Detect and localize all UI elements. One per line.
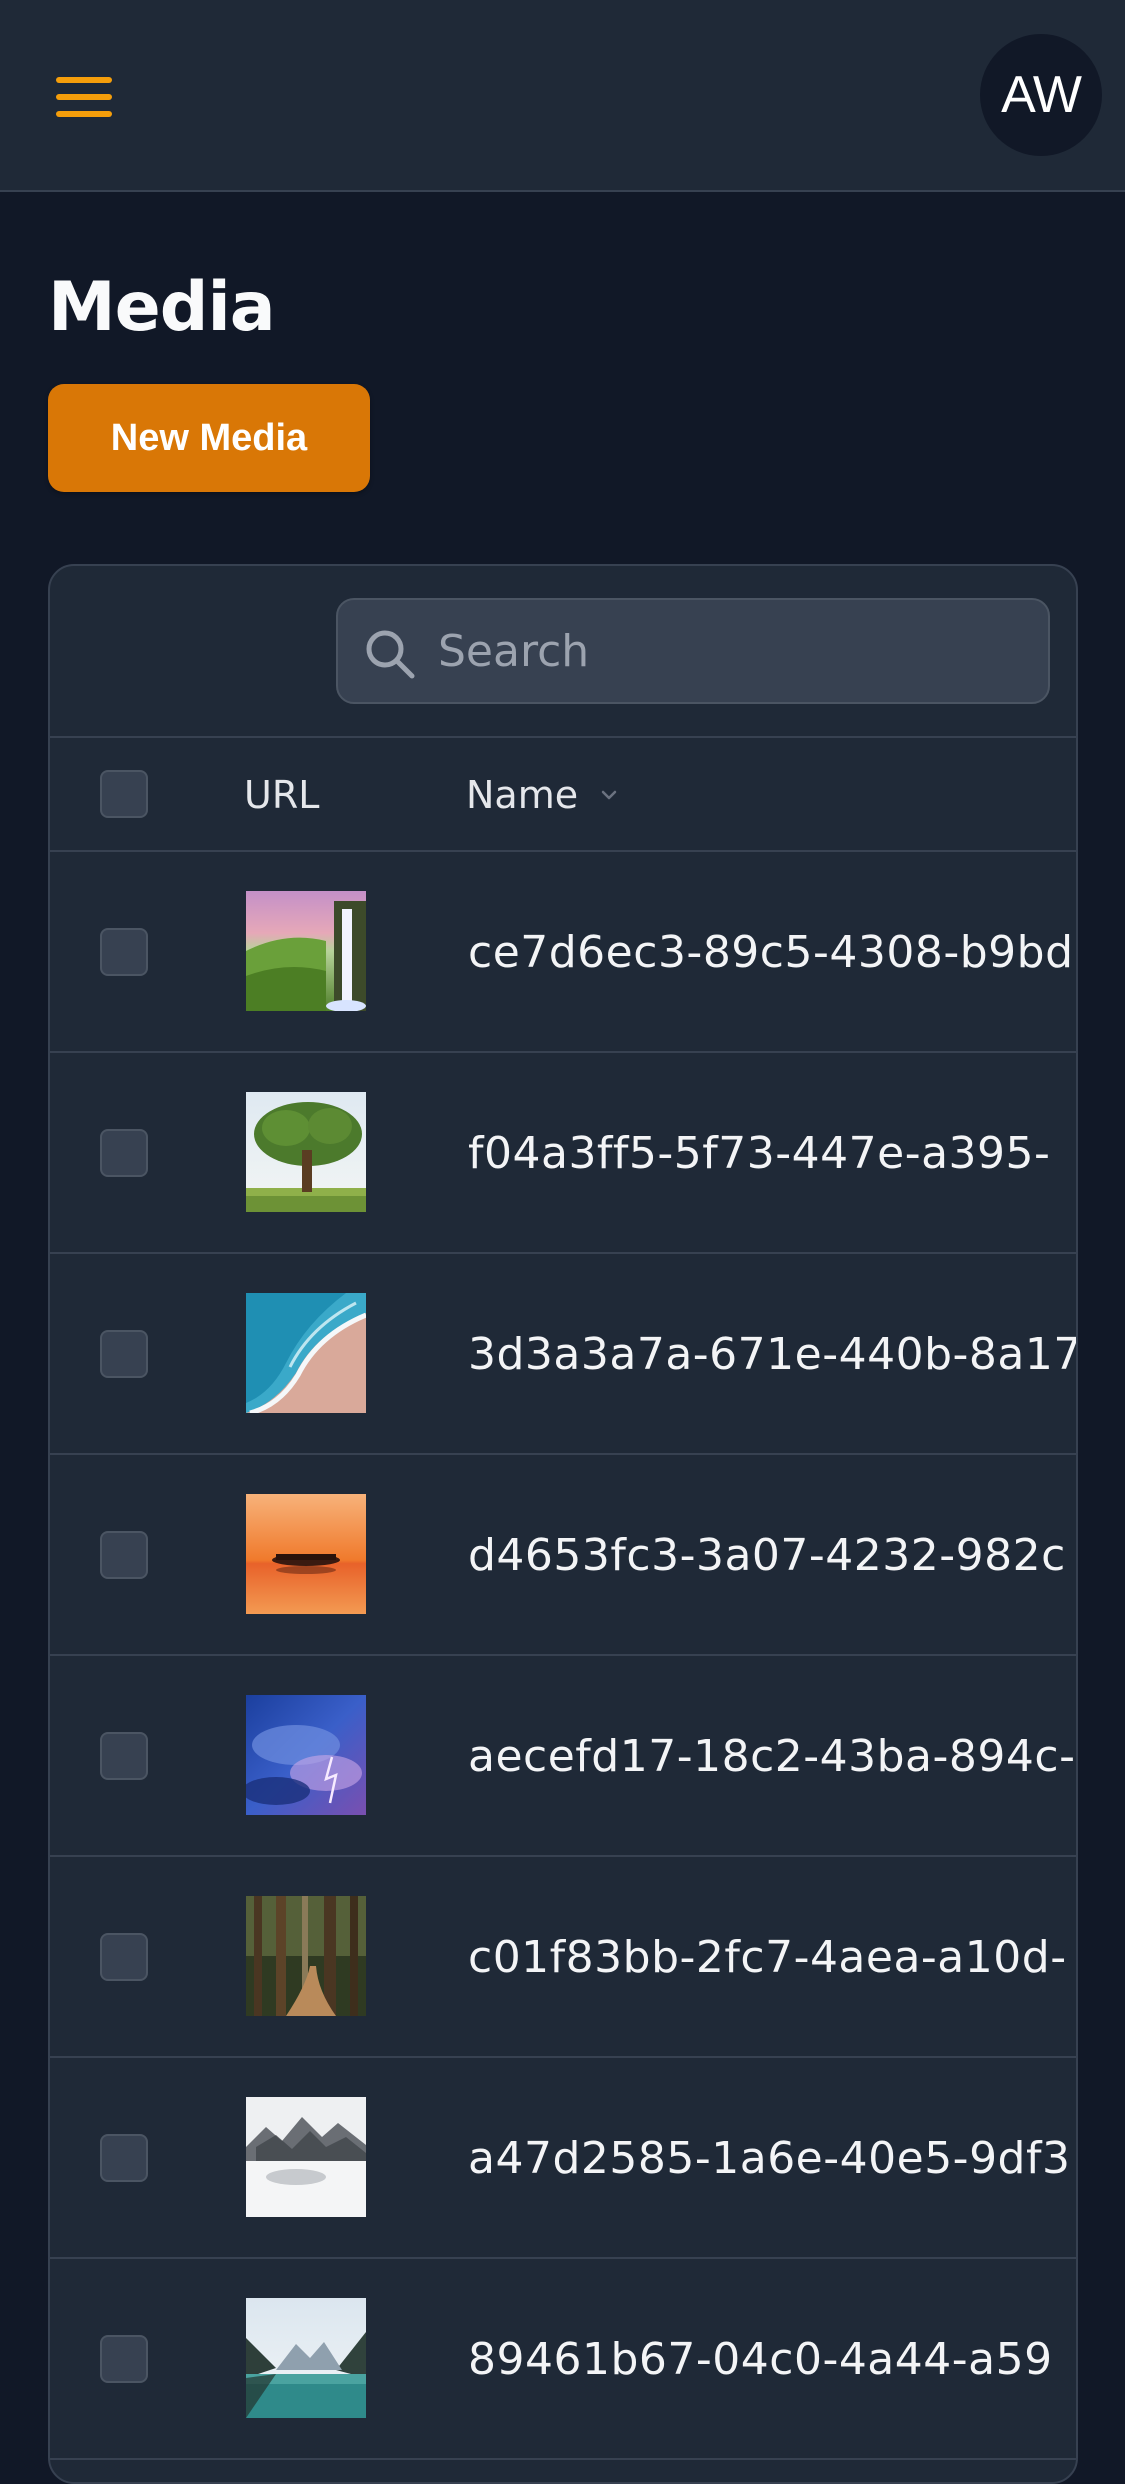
top-bar: AW (0, 0, 1125, 192)
row-checkbox[interactable] (100, 2134, 148, 2182)
tree-image[interactable] (246, 1092, 366, 1212)
hamburger-menu-button[interactable] (46, 62, 122, 132)
column-header-url: URL (244, 773, 320, 817)
column-header-name-label: Name (466, 773, 579, 817)
row-checkbox[interactable] (100, 928, 148, 976)
row-checkbox[interactable] (100, 1732, 148, 1780)
menu-line (56, 111, 112, 117)
select-all-checkbox[interactable] (100, 770, 148, 818)
table-body: ce7d6ec3-89c5-4308-b9bd f04a3ff5-5f73-44… (50, 852, 1076, 2460)
search-icon (366, 630, 415, 679)
table-row[interactable]: 3d3a3a7a-671e-440b-8a17- (50, 1254, 1076, 1455)
forest-image[interactable] (246, 1896, 366, 2016)
beach-image[interactable] (246, 1293, 366, 1413)
table-row[interactable]: f04a3ff5-5f73-447e-a395- (50, 1053, 1076, 1254)
table-row[interactable]: aecefd17-18c2-43ba-894c- (50, 1656, 1076, 1857)
media-table-card: URL Name (48, 564, 1078, 2484)
user-avatar[interactable]: AW (980, 34, 1102, 156)
new-media-button[interactable]: New Media (48, 384, 370, 492)
media-name: c01f83bb-2fc7-4aea-a10d- (468, 1932, 1067, 1983)
media-name: aecefd17-18c2-43ba-894c- (468, 1731, 1076, 1782)
sunset-image[interactable] (246, 1494, 366, 1614)
mountain-fog-image[interactable] (246, 2097, 366, 2217)
table-row[interactable]: a47d2585-1a6e-40e5-9df3 (50, 2058, 1076, 2259)
page-title: Media (48, 268, 276, 347)
search-box[interactable] (336, 598, 1050, 704)
media-name: a47d2585-1a6e-40e5-9df3 (468, 2133, 1071, 2184)
table-row[interactable]: c01f83bb-2fc7-4aea-a10d- (50, 1857, 1076, 2058)
row-checkbox[interactable] (100, 1330, 148, 1378)
table-toolbar (50, 566, 1076, 738)
row-checkbox[interactable] (100, 1933, 148, 1981)
table-row[interactable]: d4653fc3-3a07-4232-982c (50, 1455, 1076, 1656)
media-name: f04a3ff5-5f73-447e-a395- (468, 1128, 1051, 1179)
column-header-name[interactable]: Name (466, 738, 620, 852)
search-input[interactable] (438, 600, 1028, 702)
menu-line (56, 77, 112, 83)
chevron-down-icon[interactable] (598, 784, 620, 806)
table-row[interactable]: ce7d6ec3-89c5-4308-b9bd (50, 852, 1076, 1053)
media-name: d4653fc3-3a07-4232-982c (468, 1530, 1066, 1581)
media-name: 3d3a3a7a-671e-440b-8a17- (468, 1329, 1078, 1380)
media-name: ce7d6ec3-89c5-4308-b9bd (468, 927, 1074, 978)
waterfall-image[interactable] (246, 891, 366, 1011)
storm-image[interactable] (246, 1695, 366, 1815)
table-row[interactable]: 89461b67-04c0-4a44-a59 (50, 2259, 1076, 2460)
row-checkbox[interactable] (100, 2335, 148, 2383)
menu-line (56, 94, 112, 100)
lake-image[interactable] (246, 2298, 366, 2418)
table-header: URL Name (50, 738, 1076, 852)
media-name: 89461b67-04c0-4a44-a59 (468, 2334, 1053, 2385)
row-checkbox[interactable] (100, 1531, 148, 1579)
row-checkbox[interactable] (100, 1129, 148, 1177)
